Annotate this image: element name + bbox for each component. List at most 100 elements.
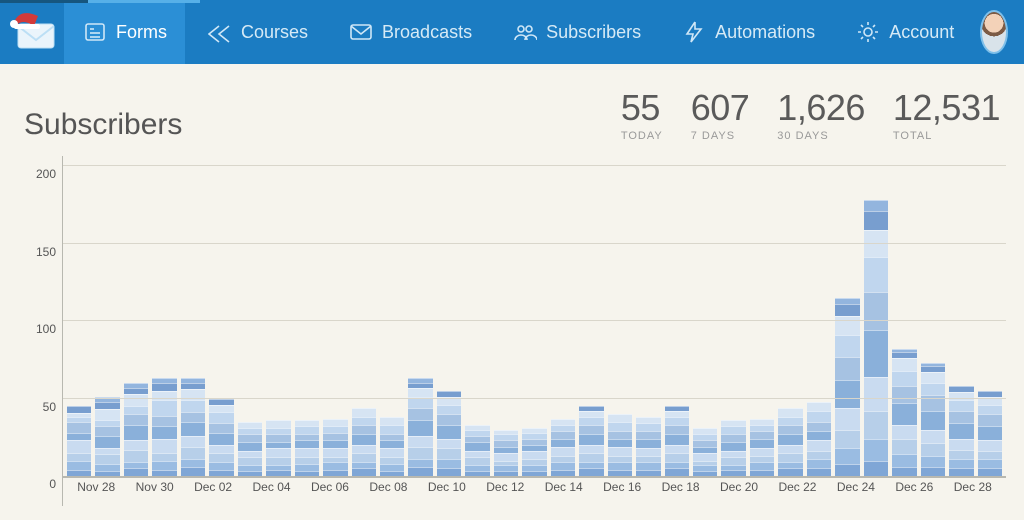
bar-segment: [152, 453, 176, 461]
bar-segment: [608, 447, 632, 456]
bar-segment: [864, 230, 888, 258]
bar[interactable]: [807, 402, 831, 476]
bar-segment: [750, 431, 774, 439]
stat-label: TODAY: [621, 130, 663, 142]
bar[interactable]: [522, 428, 546, 476]
bar[interactable]: [949, 386, 973, 476]
bar-segment: [323, 440, 347, 448]
bar-segment: [807, 431, 831, 440]
bar-segment: [181, 400, 205, 412]
bar-segment: [921, 456, 945, 467]
bar[interactable]: [437, 391, 461, 476]
bar[interactable]: [238, 422, 262, 476]
bar-segment: [864, 330, 888, 377]
bar[interactable]: [295, 420, 319, 476]
nav-forms[interactable]: Forms: [64, 0, 185, 64]
automations-icon: [681, 19, 707, 45]
bar[interactable]: [323, 419, 347, 476]
bar-segment: [67, 440, 91, 452]
stat-30days: 1,626 30 DAYS: [777, 90, 865, 142]
bar[interactable]: [95, 397, 119, 476]
bar-segment: [892, 439, 916, 455]
stat-value: 55: [621, 90, 663, 126]
bar-segment: [892, 386, 916, 403]
bar-segment: [721, 457, 745, 465]
bar[interactable]: [181, 378, 205, 476]
bar-segment: [408, 447, 432, 459]
bar-segment: [921, 430, 945, 444]
bar[interactable]: [465, 425, 489, 476]
x-tick: Dec 08: [359, 480, 417, 506]
bar-segment: [835, 408, 859, 430]
x-tick: Dec 20: [710, 480, 768, 506]
bar-segment: [892, 403, 916, 425]
bar-segment: [551, 431, 575, 439]
bar-segment: [238, 434, 262, 442]
bar[interactable]: [209, 399, 233, 476]
bar-segment: [921, 443, 945, 455]
bar[interactable]: [494, 430, 518, 476]
bar-segment: [408, 420, 432, 436]
bar[interactable]: [721, 420, 745, 476]
bar[interactable]: [352, 408, 376, 476]
bar[interactable]: [835, 298, 859, 476]
nav-subscribers[interactable]: Subscribers: [494, 0, 659, 64]
bar-segment: [551, 462, 575, 470]
bar-segment: [864, 257, 888, 291]
nav-label: Subscribers: [546, 22, 641, 43]
bar-segment: [921, 372, 945, 383]
bar-segment: [352, 417, 376, 425]
bar-segment: [949, 450, 973, 459]
stat-value: 1,626: [777, 90, 865, 126]
bar-segment: [95, 436, 119, 448]
logo[interactable]: [12, 12, 60, 52]
bar[interactable]: [693, 428, 717, 476]
bar[interactable]: [665, 406, 689, 476]
bar[interactable]: [892, 349, 916, 476]
avatar[interactable]: [980, 10, 1008, 54]
bar-segment: [921, 383, 945, 395]
bar[interactable]: [67, 406, 91, 476]
bar-segment: [295, 448, 319, 457]
bar[interactable]: [579, 406, 603, 476]
y-tick: 200: [36, 167, 56, 181]
bar-segment: [978, 426, 1002, 440]
account-icon: [855, 19, 881, 45]
bar-segment: [152, 416, 176, 427]
bar-segment: [778, 445, 802, 453]
bar-segment: [750, 439, 774, 448]
bar-segment: [295, 426, 319, 434]
bar-segment: [949, 423, 973, 439]
bar[interactable]: [408, 378, 432, 476]
bar-segment: [864, 292, 888, 331]
bar-segment: [67, 422, 91, 433]
bar[interactable]: [921, 363, 945, 476]
bar[interactable]: [608, 414, 632, 476]
page-header: Subscribers 55 TODAY 607 7 DAYS 1,626 30…: [0, 64, 1024, 142]
bar[interactable]: [380, 417, 404, 476]
bar-segment: [693, 453, 717, 461]
bar-segment: [608, 431, 632, 439]
bar-segment: [949, 459, 973, 468]
nav-broadcasts[interactable]: Broadcasts: [330, 0, 490, 64]
bar[interactable]: [750, 419, 774, 476]
bar-segment: [778, 453, 802, 462]
y-tick: 0: [49, 477, 56, 491]
bar[interactable]: [978, 391, 1002, 476]
bar-segment: [437, 439, 461, 448]
bar-segment: [949, 439, 973, 450]
bar[interactable]: [152, 378, 176, 476]
bar-segment: [665, 425, 689, 434]
bar[interactable]: [551, 419, 575, 476]
bar[interactable]: [778, 408, 802, 476]
bar-segment: [124, 440, 148, 449]
nav-courses[interactable]: Courses: [189, 0, 326, 64]
bar[interactable]: [266, 420, 290, 476]
mail-santa-icon: [12, 12, 60, 52]
bar-segment: [266, 420, 290, 428]
nav-account[interactable]: Account: [837, 0, 972, 64]
bar-segment: [579, 425, 603, 434]
bar[interactable]: [636, 417, 660, 476]
bar-segment: [551, 439, 575, 447]
nav-automations[interactable]: Automations: [663, 0, 833, 64]
